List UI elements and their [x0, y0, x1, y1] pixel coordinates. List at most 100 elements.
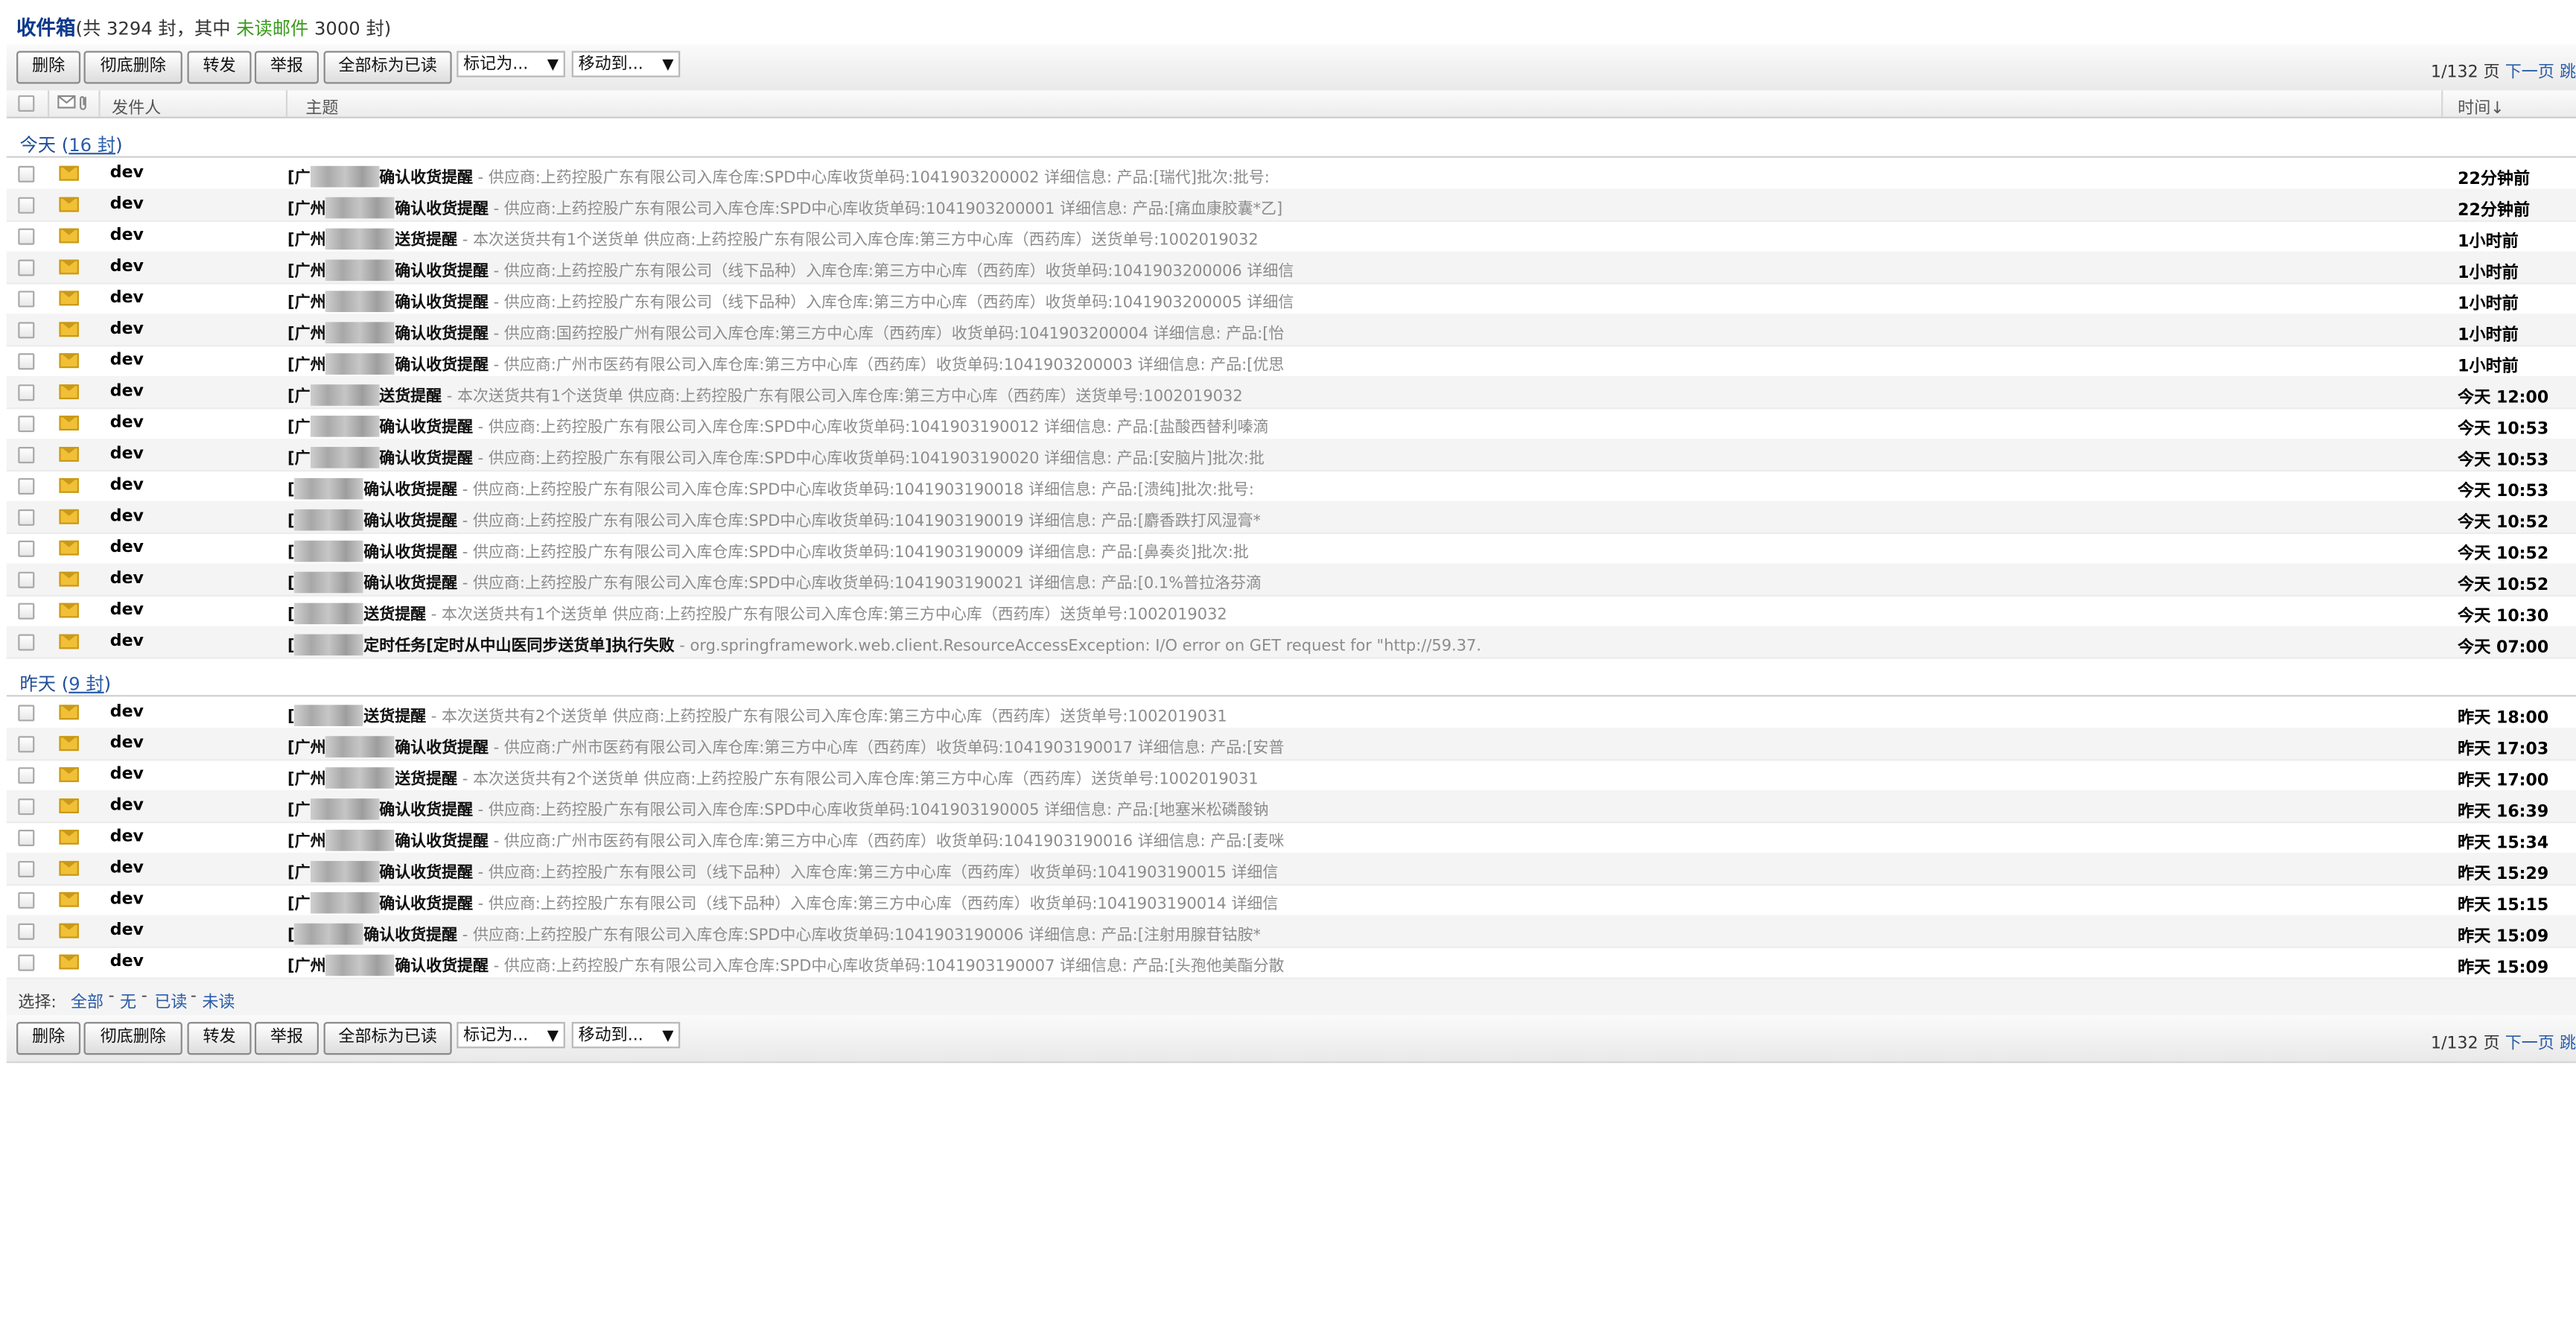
row-checkbox[interactable] [18, 477, 35, 495]
row-checkbox[interactable] [18, 830, 35, 847]
email-row[interactable]: dev [广州 确认收货提醒 - 供应商:上药控股广东有限公司（线下品种）入库仓库:… [6, 251, 2576, 285]
unread-link[interactable]: 未读邮件 [236, 18, 308, 39]
subject-cell[interactable]: [广 送货提醒 - 本次送货共有1个送货单 供应商:上药控股广东有限公司入库仓库:… [287, 383, 1243, 406]
email-row[interactable]: dev [广州 确认收货提醒 - 供应商:上药控股广东有限公司入库仓库:SPD中心库… [6, 188, 2576, 222]
sender-name[interactable]: dev [110, 383, 144, 401]
next-page-link[interactable]: 下一页 [2505, 1035, 2554, 1053]
email-row[interactable]: dev [确认收货提醒 - 供应商:上药控股广东有限公司入库仓库:SPD中心库收货… [6, 470, 2576, 503]
email-row[interactable]: dev [广 确认收货提醒 - 供应商:上药控股广东有限公司（线下品种）入库仓库:第… [6, 852, 2576, 886]
email-row[interactable]: dev [确认收货提醒 - 供应商:上药控股广东有限公司入库仓库:SPD中心库收货… [6, 563, 2576, 597]
delete-permanently-button[interactable]: 彻底删除 [83, 1022, 182, 1055]
sender-name[interactable]: dev [110, 196, 144, 214]
email-row[interactable]: dev [送货提醒 - 本次送货共有2个送货单 供应商:上药控股广东有限公司入库仓… [6, 696, 2576, 730]
sender-name[interactable]: dev [110, 508, 144, 526]
email-row[interactable]: dev [广州 确认收货提醒 - 供应商:上药控股广东有限公司（线下品种）入库仓库:… [6, 282, 2576, 316]
row-checkbox[interactable] [18, 923, 35, 940]
subject-cell[interactable]: [广州 确认收货提醒 - 供应商:广州市医药有限公司入库仓库:第三方中心库（西药库… [287, 352, 1284, 375]
sender-name[interactable]: dev [110, 258, 144, 276]
subject-cell[interactable]: [送货提醒 - 本次送货共有2个送货单 供应商:上药控股广东有限公司入库仓库:第… [287, 703, 1227, 727]
row-checkbox[interactable] [18, 634, 35, 651]
subject-cell[interactable]: [广州 确认收货提醒 - 供应商:上药控股广东有限公司（线下品种）入库仓库:第三方… [287, 289, 1294, 313]
row-checkbox[interactable] [18, 798, 35, 816]
email-row[interactable]: dev [确认收货提醒 - 供应商:上药控股广东有限公司入库仓库:SPD中心库收货… [6, 501, 2576, 534]
row-checkbox[interactable] [18, 447, 35, 464]
subject-cell[interactable]: [定时任务[定时从中山医同步送货单]执行失败 - org.springframe… [287, 632, 1481, 656]
subject-cell[interactable]: [确认收货提醒 - 供应商:上药控股广东有限公司入库仓库:SPD中心库收货单码:… [287, 508, 1261, 531]
sender-name[interactable]: dev [110, 477, 144, 495]
sender-name[interactable]: dev [110, 165, 144, 182]
subject-cell[interactable]: [广 确认收货提醒 - 供应商:上药控股广东有限公司入库仓库:SPD中心库收货单码… [287, 797, 1269, 820]
email-row[interactable]: dev [广州 确认收货提醒 - 供应商:广州市医药有限公司入库仓库:第三方中心库（… [6, 728, 2576, 761]
row-checkbox[interactable] [18, 384, 35, 401]
subject-cell[interactable]: [确认收货提醒 - 供应商:上药控股广东有限公司入库仓库:SPD中心库收货单码:… [287, 570, 1262, 594]
subject-cell[interactable]: [确认收货提醒 - 供应商:上药控股广东有限公司入库仓库:SPD中心库收货单码:… [287, 539, 1249, 562]
subject-cell[interactable]: [确认收货提醒 - 供应商:上药控股广东有限公司入库仓库:SPD中心库收货单码:… [287, 477, 1254, 500]
row-checkbox[interactable] [18, 603, 35, 620]
email-row[interactable]: dev [广 确认收货提醒 - 供应商:上药控股广东有限公司入库仓库:SPD中心库收… [6, 790, 2576, 824]
mark-as-select[interactable]: 标记为... ▼ [457, 1022, 565, 1049]
next-page-link[interactable]: 下一页 [2505, 64, 2554, 82]
email-row[interactable]: dev [广 确认收货提醒 - 供应商:上药控股广东有限公司（线下品种）入库仓库:第… [6, 884, 2576, 917]
mark-as-select[interactable]: 标记为... ▼ [457, 51, 565, 77]
subject-cell[interactable]: [广 确认收货提醒 - 供应商:上药控股广东有限公司入库仓库:SPD中心库收货单码… [287, 414, 1269, 437]
select-all-checkbox[interactable] [18, 95, 35, 112]
report-button[interactable]: 举报 [254, 51, 319, 84]
email-row[interactable]: dev [送货提醒 - 本次送货共有1个送货单 供应商:上药控股广东有限公司入库仓… [6, 595, 2576, 628]
delete-permanently-button[interactable]: 彻底删除 [83, 51, 182, 84]
email-row[interactable]: dev [广州 确认收货提醒 - 供应商:广州市医药有限公司入库仓库:第三方中心库（… [6, 822, 2576, 855]
row-checkbox[interactable] [18, 509, 35, 526]
row-checkbox[interactable] [18, 954, 35, 971]
sender-column-header[interactable]: 发件人 [112, 94, 161, 118]
row-checkbox[interactable] [18, 259, 35, 276]
email-row[interactable]: dev [确认收货提醒 - 供应商:上药控股广东有限公司入库仓库:SPD中心库收货… [6, 533, 2576, 565]
row-checkbox[interactable] [18, 228, 35, 245]
subject-cell[interactable]: [广州 确认收货提醒 - 供应商:广州市医药有限公司入库仓库:第三方中心库（西药库… [287, 828, 1284, 851]
sender-name[interactable]: dev [110, 734, 144, 752]
sender-name[interactable]: dev [110, 289, 144, 307]
sender-name[interactable]: dev [110, 352, 144, 369]
sender-name[interactable]: dev [110, 570, 144, 588]
delete-button[interactable]: 删除 [16, 51, 81, 84]
subject-cell[interactable]: [广州 确认收货提醒 - 供应商:上药控股广东有限公司（线下品种）入库仓库:第三方… [287, 258, 1294, 282]
sender-name[interactable]: dev [110, 601, 144, 619]
select-unread-link[interactable]: 未读 [202, 988, 235, 1012]
row-checkbox[interactable] [18, 197, 35, 214]
sender-name[interactable]: dev [110, 953, 144, 970]
email-row[interactable]: dev [广 送货提醒 - 本次送货共有1个送货单 供应商:上药控股广东有限公司入库… [6, 376, 2576, 410]
sender-name[interactable]: dev [110, 414, 144, 432]
select-none-link[interactable]: 无 [120, 988, 136, 1012]
sender-name[interactable]: dev [110, 539, 144, 557]
delete-button[interactable]: 删除 [16, 1022, 81, 1055]
subject-cell[interactable]: [广州 送货提醒 - 本次送货共有2个送货单 供应商:上药控股广东有限公司入库仓库… [287, 766, 1259, 789]
sender-name[interactable]: dev [110, 320, 144, 338]
sender-name[interactable]: dev [110, 828, 144, 846]
subject-cell[interactable]: [广 确认收货提醒 - 供应商:上药控股广东有限公司入库仓库:SPD中心库收货单码… [287, 165, 1270, 188]
report-button[interactable]: 举报 [254, 1022, 319, 1055]
sender-name[interactable]: dev [110, 445, 144, 463]
email-row[interactable]: dev [确认收货提醒 - 供应商:上药控股广东有限公司入库仓库:SPD中心库收货… [6, 915, 2576, 948]
move-to-select[interactable]: 移动到... ▼ [571, 1022, 681, 1049]
subject-cell[interactable]: [广州 确认收货提醒 - 供应商:上药控股广东有限公司入库仓库:SPD中心库收货单… [287, 953, 1285, 976]
email-row[interactable]: dev [广州 送货提醒 - 本次送货共有2个送货单 供应商:上药控股广东有限公司入… [6, 759, 2576, 792]
jump-page-link[interactable]: 跳 [2560, 1035, 2576, 1053]
email-row[interactable]: dev [广州 确认收货提醒 - 供应商:广州市医药有限公司入库仓库:第三方中心库（… [6, 345, 2576, 378]
subject-cell[interactable]: [广 确认收货提醒 - 供应商:上药控股广东有限公司（线下品种）入库仓库:第三方中… [287, 891, 1278, 914]
sender-name[interactable]: dev [110, 797, 144, 815]
row-checkbox[interactable] [18, 892, 35, 909]
sender-name[interactable]: dev [110, 226, 144, 244]
email-row[interactable]: dev [广州 送货提醒 - 本次送货共有1个送货单 供应商:上药控股广东有限公司入… [6, 220, 2576, 253]
subject-cell[interactable]: [广 确认收货提醒 - 供应商:上药控股广东有限公司（线下品种）入库仓库:第三方中… [287, 859, 1278, 883]
row-checkbox[interactable] [18, 860, 35, 878]
select-all-link[interactable]: 全部 [71, 988, 104, 1012]
group-count-link[interactable]: 16 封 [69, 135, 115, 156]
email-row[interactable]: dev [广 确认收货提醒 - 供应商:上药控股广东有限公司入库仓库:SPD中心库收… [6, 407, 2576, 441]
row-checkbox[interactable] [18, 322, 35, 339]
forward-button[interactable]: 转发 [187, 1022, 252, 1055]
subject-cell[interactable]: [广 确认收货提醒 - 供应商:上药控股广东有限公司入库仓库:SPD中心库收货单码… [287, 445, 1265, 468]
subject-column-header[interactable]: 主题 [305, 94, 338, 118]
mark-all-read-button[interactable]: 全部标为已读 [323, 51, 452, 84]
subject-cell[interactable]: [广州 确认收货提醒 - 供应商:国药控股广州有限公司入库仓库:第三方中心库（西药… [287, 320, 1284, 344]
select-read-link[interactable]: 已读 [154, 988, 187, 1012]
subject-cell[interactable]: [广州 确认收货提醒 - 供应商:广州市医药有限公司入库仓库:第三方中心库（西药库… [287, 734, 1284, 757]
sender-name[interactable]: dev [110, 632, 144, 650]
